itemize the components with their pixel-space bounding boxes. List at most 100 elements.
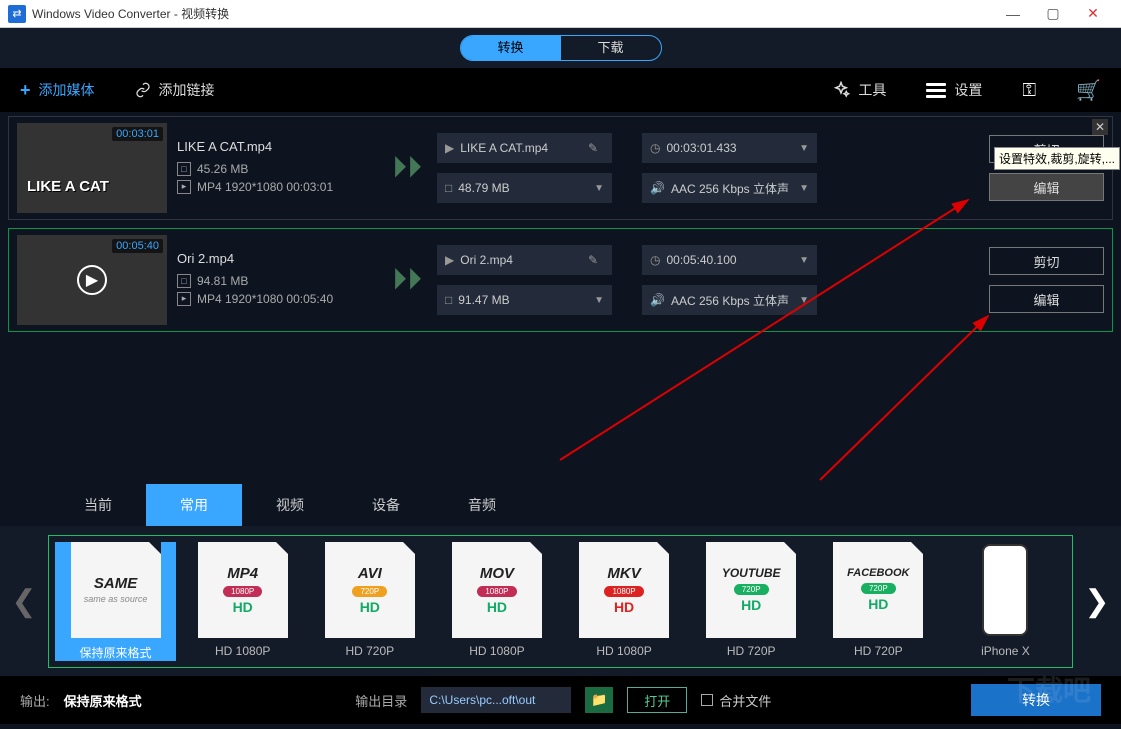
- file-list: 00:03:01 LIKE A CAT LIKE A CAT.mp4 □ 45.2…: [0, 112, 1121, 344]
- format-pill: 1080P: [223, 586, 262, 597]
- file-icon: □: [445, 293, 452, 307]
- format-name: MOV: [480, 565, 514, 582]
- key-button[interactable]: ⚿: [1022, 80, 1036, 101]
- format-card-avi[interactable]: AVI720PHD HD 720P: [309, 542, 430, 661]
- title-bar: ⇄ Windows Video Converter - 视频转换 — ▢ ✕: [0, 0, 1121, 28]
- format-card-same[interactable]: SAMEsame as source 保持原来格式: [55, 542, 176, 661]
- output-name-col: ▶ LIKE A CAT.mp4 ✎ □48.79 MB▼: [437, 133, 612, 203]
- format-label: iPhone X: [981, 644, 1030, 658]
- output-duration-dropdown[interactable]: ◷00:05:40.100▼: [642, 245, 817, 275]
- file-name: LIKE A CAT.mp4: [177, 139, 377, 154]
- format-card-mp4[interactable]: MP41080PHD HD 1080P: [182, 542, 303, 661]
- tools-button[interactable]: 工具: [832, 80, 886, 100]
- format-name: MKV: [607, 565, 640, 582]
- chevron-down-icon: ▼: [799, 295, 809, 306]
- output-name: Ori 2.mp4: [460, 253, 513, 267]
- output-size: 91.47 MB: [458, 293, 509, 307]
- file-size: 45.26 MB: [197, 162, 248, 176]
- ftab-current[interactable]: 当前: [50, 484, 146, 526]
- scroll-left-button[interactable]: ❮: [0, 584, 48, 619]
- format-hd: HD: [741, 597, 761, 613]
- settings-button[interactable]: 设置: [926, 80, 982, 100]
- tab-download[interactable]: 下载: [561, 36, 661, 60]
- edit-icon[interactable]: ✎: [588, 141, 598, 155]
- speaker-icon: 🔊: [650, 181, 665, 195]
- ftab-device[interactable]: 设备: [338, 484, 434, 526]
- convert-button[interactable]: 转换: [971, 684, 1101, 716]
- open-folder-button[interactable]: 打开: [627, 687, 687, 713]
- window-title: Windows Video Converter - 视频转换: [32, 5, 993, 22]
- mode-bar: 转换 下载: [0, 28, 1121, 68]
- arrow-icon: ⏵⏵: [377, 151, 437, 185]
- output-name-col: ▶Ori 2.mp4✎ □91.47 MB▼: [437, 245, 612, 315]
- output-name-field[interactable]: ▶Ori 2.mp4✎: [437, 245, 612, 275]
- maximize-button[interactable]: ▢: [1033, 0, 1073, 28]
- thumbnail[interactable]: 00:03:01 LIKE A CAT: [17, 123, 167, 213]
- link-icon: [135, 82, 151, 98]
- speaker-icon: 🔊: [650, 293, 665, 307]
- play-icon: ▸: [177, 292, 191, 306]
- file-name: Ori 2.mp4: [177, 251, 377, 266]
- ftab-common[interactable]: 常用: [146, 484, 242, 526]
- output-name: LIKE A CAT.mp4: [460, 141, 548, 155]
- thumb-text: LIKE A CAT: [27, 178, 109, 195]
- format-section: 当前 常用 视频 设备 音频 ❮ SAMEsame as source 保持原来…: [0, 484, 1121, 676]
- format-card-mkv[interactable]: MKV1080PHD HD 1080P: [564, 542, 685, 661]
- remove-row-button[interactable]: ✕: [1092, 119, 1108, 135]
- file-row[interactable]: 00:03:01 LIKE A CAT LIKE A CAT.mp4 □45.2…: [8, 116, 1113, 220]
- add-media-button[interactable]: + 添加媒体: [20, 80, 95, 101]
- output-audio-dropdown[interactable]: 🔊 AAC 256 Kbps 立体声 ▼: [642, 285, 817, 315]
- format-label: HD 1080P: [596, 644, 651, 658]
- output-audio: AAC 256 Kbps 立体声: [671, 292, 789, 309]
- clock-icon: ◷: [650, 253, 660, 267]
- browse-folder-button[interactable]: 📁: [585, 687, 613, 713]
- format-card-facebook[interactable]: FACEBOOK720PHD HD 720P: [818, 542, 939, 661]
- file-meta: MP4 1920*1080 00:03:01: [197, 180, 333, 194]
- file-icon: □: [177, 274, 191, 288]
- format-pill: 1080P: [477, 586, 516, 597]
- output-size-dropdown[interactable]: □91.47 MB▼: [437, 285, 612, 315]
- format-name: FACEBOOK: [847, 567, 909, 579]
- format-hd: HD: [233, 599, 253, 615]
- close-button[interactable]: ✕: [1073, 0, 1113, 28]
- tab-convert[interactable]: 转换: [461, 36, 561, 60]
- format-label: 保持原来格式: [80, 644, 152, 661]
- thumbnail[interactable]: 00:05:40 ▶: [17, 235, 167, 325]
- magic-icon: [832, 81, 850, 99]
- format-card-mov[interactable]: MOV1080PHD HD 1080P: [436, 542, 557, 661]
- chevron-down-icon: ▼: [799, 183, 809, 194]
- ftab-video[interactable]: 视频: [242, 484, 338, 526]
- checkbox-icon: [701, 694, 713, 706]
- edit-button[interactable]: 编辑: [989, 173, 1104, 201]
- add-link-button[interactable]: 添加链接: [135, 80, 215, 100]
- output-audio-dropdown[interactable]: 🔊 AAC 256 Kbps 立体声 ▼: [642, 173, 817, 203]
- output-size-dropdown[interactable]: □48.79 MB▼: [437, 173, 612, 203]
- output-name-field[interactable]: ▶ LIKE A CAT.mp4 ✎: [437, 133, 612, 163]
- minimize-button[interactable]: —: [993, 0, 1033, 28]
- file-row[interactable]: 00:05:40 ▶ Ori 2.mp4 □94.81 MB ▸MP4 1920…: [8, 228, 1113, 332]
- arrow-icon: ⏵⏵: [377, 263, 437, 297]
- output-dir-path[interactable]: C:\Users\pc...oft\out: [421, 687, 571, 713]
- edit-icon[interactable]: ✎: [588, 253, 598, 267]
- format-card-iphonex[interactable]: iPhone X: [945, 542, 1066, 661]
- menu-icon: [926, 83, 946, 98]
- format-name: MP4: [227, 565, 258, 582]
- video-icon: ▶: [445, 141, 454, 155]
- scroll-right-button[interactable]: ❯: [1073, 584, 1121, 619]
- output-audio: AAC 256 Kbps 立体声: [671, 180, 789, 197]
- mode-tabs: 转换 下载: [460, 35, 662, 61]
- key-icon: ⚿: [1022, 80, 1036, 101]
- duration-badge: 00:03:01: [112, 127, 163, 141]
- cut-button[interactable]: 剪切: [989, 247, 1104, 275]
- play-overlay-icon[interactable]: ▶: [77, 265, 107, 295]
- tools-label: 工具: [858, 80, 886, 100]
- phone-icon: [982, 544, 1028, 636]
- merge-checkbox[interactable]: 合并文件: [701, 691, 771, 710]
- ftab-audio[interactable]: 音频: [434, 484, 530, 526]
- format-card-youtube[interactable]: YOUTUBE720PHD HD 720P: [691, 542, 812, 661]
- plus-icon: +: [20, 80, 31, 101]
- output-duration-dropdown[interactable]: ◷00:03:01.433▼: [642, 133, 817, 163]
- edit-button[interactable]: 编辑: [989, 285, 1104, 313]
- format-pill: 1080P: [604, 586, 643, 597]
- cart-button[interactable]: 🛒: [1076, 78, 1101, 103]
